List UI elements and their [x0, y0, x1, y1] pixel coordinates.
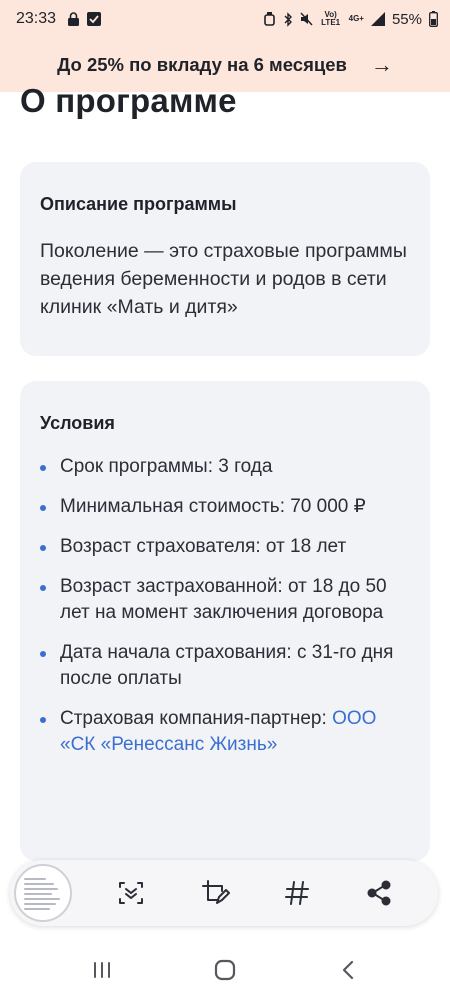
- condition-item: Минимальная стоимость: 70 000 ₽: [40, 494, 410, 520]
- thumb-line: [24, 893, 52, 895]
- mute-icon: [300, 12, 313, 26]
- condition-text: Срок программы: 3 года: [60, 456, 273, 477]
- edit-crop-icon[interactable]: [198, 876, 232, 910]
- bullet-icon: [40, 545, 46, 551]
- bullet-icon: [40, 505, 46, 511]
- thumb-line: [24, 908, 50, 910]
- conditions-card: Условия Срок программы: 3 года Минимальн…: [20, 381, 430, 861]
- thumb-line: [24, 888, 58, 890]
- status-left: 23:33: [16, 10, 102, 28]
- lock-notification-icon: [67, 12, 80, 26]
- bullet-icon: [40, 585, 46, 591]
- scroll-capture-icon[interactable]: [114, 876, 148, 910]
- arrow-right-icon: →: [370, 52, 393, 77]
- system-nav-bar: [0, 940, 450, 1000]
- back-icon[interactable]: [328, 950, 368, 990]
- description-title: Описание программы: [40, 194, 237, 214]
- signal-icon: [370, 12, 385, 26]
- tag-icon[interactable]: [280, 876, 314, 910]
- thumb-line: [24, 878, 46, 880]
- condition-item: Возраст страхователя: от 18 лет: [40, 534, 410, 560]
- condition-text: Минимальная стоимость: 70 000 ₽: [60, 496, 366, 517]
- battery-icon: [429, 11, 438, 27]
- promo-text: До 25% по вкладу на 6 месяцев: [57, 54, 347, 75]
- page-title: О программе: [20, 82, 237, 119]
- bullet-icon: [40, 651, 46, 657]
- conditions-list: Срок программы: 3 года Минимальная стоим…: [40, 454, 410, 758]
- screenshot-thumbnail[interactable]: [14, 864, 72, 922]
- bluetooth-icon: [283, 11, 293, 27]
- share-icon[interactable]: [362, 876, 396, 910]
- description-text: Поколение — это страховые программы веде…: [40, 240, 407, 318]
- network-type-label: 4G+: [348, 14, 364, 23]
- bullet-icon: [40, 465, 46, 471]
- screenshot-toolbar: [10, 860, 438, 926]
- condition-item: Дата начала страхования: с 31-го дня пос…: [40, 640, 410, 692]
- bullet-icon: [40, 717, 46, 723]
- conditions-title: Условия: [40, 413, 115, 433]
- home-icon[interactable]: [205, 950, 245, 990]
- check-notification-icon: [87, 12, 102, 26]
- alarm-icon: [263, 12, 276, 26]
- condition-item: Страховая компания-партнер: ООО «СК «Рен…: [40, 706, 410, 758]
- status-right: Vo) LTE1 4G+ 55%: [263, 11, 438, 28]
- condition-text: Возраст застрахованной: от 18 до 50 лет …: [60, 576, 387, 623]
- condition-item: Возраст застрахованной: от 18 до 50 лет …: [40, 574, 410, 626]
- recent-apps-icon[interactable]: [82, 950, 122, 990]
- battery-percent: 55%: [391, 10, 422, 28]
- condition-item: Срок программы: 3 года: [40, 454, 410, 480]
- condition-text: Страховая компания-партнер:: [60, 708, 333, 729]
- thumb-line: [24, 883, 54, 885]
- condition-text: Возраст страхователя: от 18 лет: [60, 536, 347, 557]
- thumb-line: [24, 903, 56, 905]
- volte-label: Vo) LTE1: [321, 10, 341, 27]
- status-time: 23:33: [16, 10, 57, 27]
- description-card: Описание программы Поколение — это страх…: [20, 162, 430, 356]
- thumb-line: [24, 898, 60, 900]
- condition-text: Дата начала страхования: с 31-го дня пос…: [60, 642, 394, 689]
- status-bar: 23:33 Vo) LTE1 4G+ 55%: [0, 0, 450, 38]
